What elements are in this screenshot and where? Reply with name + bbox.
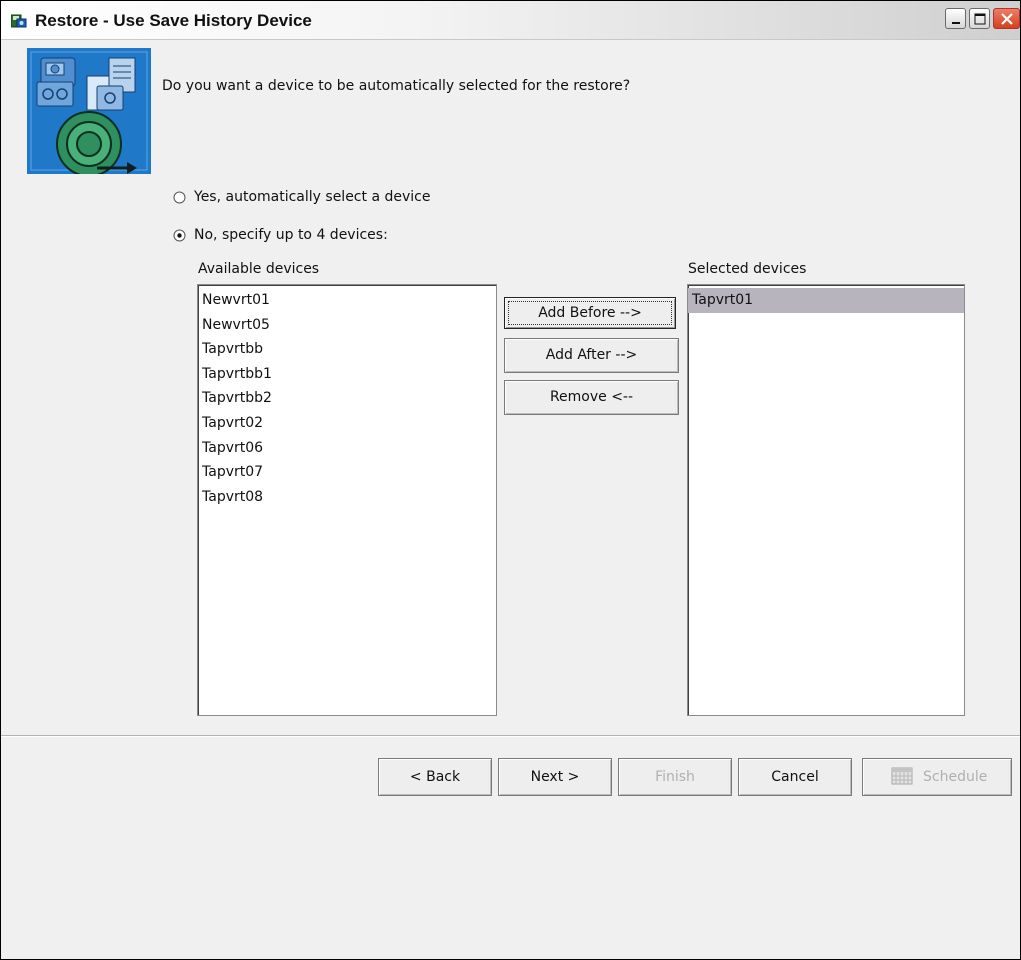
list-item-selected[interactable]: Tapvrt01 [688,288,964,313]
next-button[interactable]: Next > [498,758,612,796]
remove-label: Remove <-- [549,389,634,405]
list-item[interactable]: Newvrt01 [198,288,496,313]
radio-selected-icon[interactable] [173,229,186,242]
finish-label: Finish [655,769,695,785]
cancel-button[interactable]: Cancel [738,758,852,796]
title-bar[interactable]: Restore - Use Save History Device [1,1,1020,40]
available-devices-items: Newvrt01 Newvrt05 Tapvrtbb Tapvrtbb1 Tap… [198,285,496,509]
list-item[interactable]: Tapvrtbb2 [198,386,496,411]
radio-unselected-icon[interactable] [173,191,186,204]
list-item[interactable]: Tapvrtbb1 [198,362,496,387]
finish-button[interactable]: Finish [618,758,732,796]
schedule-button[interactable]: Schedule [862,758,1012,796]
add-after-label: Add After --> [545,347,638,363]
back-button[interactable]: < Back [378,758,492,796]
specify-devices-label: No, specify up to 4 devices: [194,227,388,243]
minimize-icon [952,22,960,24]
tape-restore-icon [27,48,151,177]
selected-devices-items: Tapvrt01 [688,285,964,313]
list-item[interactable]: Tapvrt06 [198,436,496,461]
save-icon [10,13,27,28]
back-label: < Back [409,769,461,785]
remove-button[interactable]: Remove <-- [504,380,679,415]
footer-divider [1,735,1020,737]
close-button[interactable] [993,8,1020,29]
list-item[interactable]: Tapvrt02 [198,411,496,436]
available-devices-list[interactable]: Newvrt01 Newvrt05 Tapvrtbb Tapvrtbb1 Tap… [197,284,497,716]
maximize-button[interactable] [969,8,990,29]
selected-devices-label: Selected devices [688,261,807,277]
list-item[interactable]: Newvrt05 [198,313,496,338]
schedule-label: Schedule [923,769,988,785]
close-icon [1001,13,1013,25]
cancel-label: Cancel [771,769,819,785]
wizard-content: Do you want a device to be automatically… [1,40,1020,959]
next-label: Next > [530,769,580,785]
add-after-button[interactable]: Add After --> [504,338,679,373]
calendar-icon [891,767,913,785]
add-before-label: Add Before --> [538,305,642,321]
auto-select-label: Yes, automatically select a device [194,189,431,205]
minimize-button[interactable] [945,8,966,29]
selected-devices-list[interactable]: Tapvrt01 [687,284,965,716]
list-item[interactable]: Tapvrtbb [198,337,496,362]
maximize-icon [974,13,986,25]
available-devices-label: Available devices [198,261,320,277]
restore-dialog-window: Restore - Use Save History Device Do you… [0,0,1021,960]
window-title: Restore - Use Save History Device [35,11,312,30]
list-item[interactable]: Tapvrt07 [198,460,496,485]
list-item[interactable]: Tapvrt08 [198,485,496,510]
add-before-button[interactable]: Add Before --> [504,297,676,329]
wizard-question: Do you want a device to be automatically… [162,78,631,94]
